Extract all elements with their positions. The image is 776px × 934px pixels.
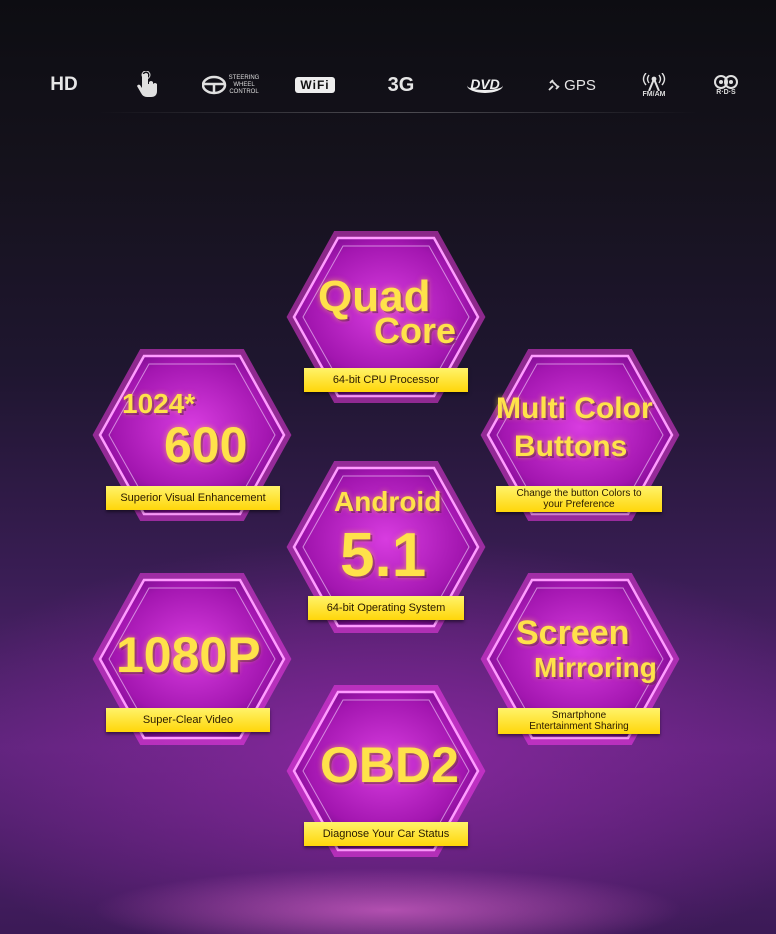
radio-antenna-icon: FM/AM — [632, 62, 676, 108]
ribbon-label: Change the button Colors to your Prefere… — [496, 486, 662, 512]
dvd-label: DVD — [467, 77, 503, 93]
fm-am-label: FM/AM — [642, 90, 666, 98]
buttons-text: Buttons — [514, 430, 628, 463]
3g-icon: 3G — [378, 62, 424, 108]
hex-1080p: 1080P Super-Clear Video — [92, 570, 292, 748]
hex-android: Android 5.1 64-bit Operating System — [286, 458, 486, 636]
gps-satellite-icon: GPS — [540, 62, 602, 108]
mirroring-text: Mirroring — [534, 652, 657, 683]
ribbon-label: Diagnose Your Car Status — [304, 822, 468, 846]
ribbon-line-1: Smartphone — [551, 710, 607, 721]
steering-wheel-icon: STEERING WHEEL CONTROL — [200, 62, 262, 108]
feature-icon-bar: HD STEERING WHEEL CONTROL WiFi 3G DVD GP… — [0, 62, 776, 108]
ribbon-line-2: Entertainment Sharing — [529, 721, 629, 732]
touch-hand-icon — [128, 62, 168, 108]
rds-label: R·D·S — [716, 88, 736, 96]
core-text: Core — [374, 310, 457, 351]
ribbon-line-1: Change the button Colors to — [516, 488, 642, 499]
gps-label: GPS — [564, 76, 596, 94]
multi-color-text: Multi Color — [496, 392, 653, 425]
wifi-icon: WiFi — [290, 62, 340, 108]
hd-label: HD — [50, 74, 78, 95]
screen-text: Screen — [516, 614, 630, 652]
ribbon-label: 64-bit CPU Processor — [304, 368, 468, 392]
obd2-text: OBD2 — [320, 737, 459, 793]
hex-resolution: 1024* 600 Superior Visual Enhancement — [92, 346, 292, 524]
wifi-label: WiFi — [295, 77, 335, 93]
3g-label: 3G — [387, 73, 415, 96]
dvd-icon: DVD — [460, 62, 510, 108]
resolution-height-text: 600 — [164, 417, 248, 473]
android-text: Android — [334, 486, 442, 517]
ribbon-label: Superior Visual Enhancement — [106, 486, 280, 510]
ribbon-line-2: your Preference — [543, 499, 615, 510]
ribbon-label: 64-bit Operating System — [308, 596, 464, 620]
ribbon-label: Super-Clear Video — [106, 708, 270, 732]
hd-icon: HD — [40, 62, 88, 108]
android-version-text: 5.1 — [340, 521, 427, 590]
feature-divider — [98, 112, 698, 113]
hex-multi-color: Multi Color Buttons Change the button Co… — [480, 346, 680, 524]
hex-screen-mirroring: Screen Mirroring Smartphone Entertainmen… — [480, 570, 680, 748]
ribbon-label: Smartphone Entertainment Sharing — [498, 708, 660, 734]
hex-obd2: OBD2 Diagnose Your Car Status — [286, 682, 486, 860]
rds-icon: R·D·S — [704, 62, 748, 108]
1080p-text: 1080P — [116, 627, 261, 683]
hex-quad-core: Quad Core 64-bit CPU Processor — [286, 228, 486, 406]
steering-label: STEERING WHEEL CONTROL — [228, 74, 260, 95]
